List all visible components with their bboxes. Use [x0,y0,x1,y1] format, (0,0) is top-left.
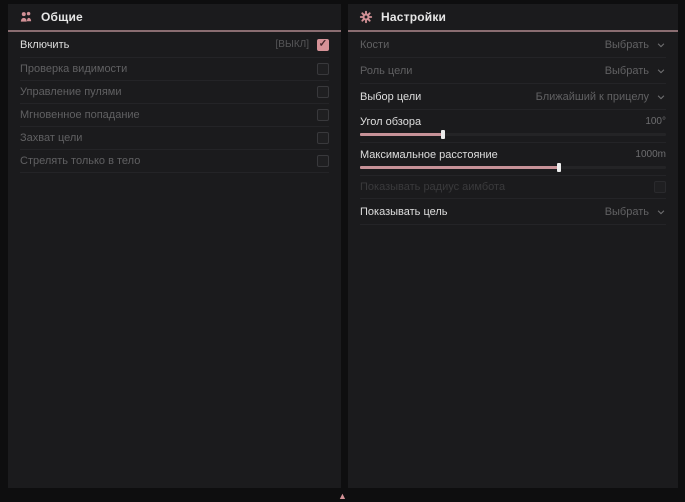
bullet-control-checkbox[interactable] [317,86,329,98]
check-icon: ✓ [319,39,327,49]
body-only-checkbox[interactable] [317,155,329,167]
setting-label: Проверка видимости [20,63,127,75]
show-target-dropdown[interactable]: Выбрать [605,206,666,218]
setting-row-instant-hit: Мгновенное попадание [20,104,329,127]
general-panel: Общие Включить [ВЫКЛ] ✓ Проверка видимос… [8,4,341,488]
setting-row-target-selection: Выбор цели Ближайший к прицелу [360,84,666,110]
dropdown-value: Выбрать [605,206,649,218]
setting-row-max-distance: Максимальное расстояние 1000m [360,143,666,176]
setting-label: Мгновенное попадание [20,109,140,121]
fov-slider-thumb[interactable] [441,130,445,139]
instant-hit-checkbox[interactable] [317,109,329,121]
show-aimbot-radius-checkbox[interactable] [654,181,666,193]
setting-label: Включить [20,39,69,51]
max-distance-slider[interactable] [360,166,666,169]
chevron-down-icon [656,66,666,76]
setting-row-fov: Угол обзора 100° [360,110,666,143]
setting-row-target-role: Роль цели Выбрать [360,58,666,84]
settings-panel-title: Настройки [381,10,446,24]
chevron-down-icon [656,92,666,102]
general-rows: Включить [ВЫКЛ] ✓ Проверка видимости Упр… [20,32,329,173]
setting-row-show-aimbot-radius: Показывать радиус аимбота [360,176,666,199]
gear-icon [359,10,373,24]
scroll-up-indicator[interactable]: ▲ [0,492,685,501]
max-distance-slider-thumb[interactable] [557,163,561,172]
setting-row-bullet-control: Управление пулями [20,81,329,104]
dropdown-value: Выбрать [605,39,649,51]
setting-label: Показывать радиус аимбота [360,181,505,193]
setting-label: Угол обзора [360,116,421,128]
setting-label: Показывать цель [360,206,448,218]
bones-dropdown[interactable]: Выбрать [605,39,666,51]
setting-label: Захват цели [20,132,82,144]
fov-slider[interactable] [360,133,666,136]
target-role-dropdown[interactable]: Выбрать [605,65,666,77]
setting-row-body-only: Стрелять только в тело [20,150,329,173]
dropdown-value: Ближайший к прицелу [536,91,649,103]
setting-label: Роль цели [360,65,412,77]
dropdown-value: Выбрать [605,65,649,77]
users-icon [19,10,33,24]
setting-row-bones: Кости Выбрать [360,32,666,58]
setting-row-target-lock: Захват цели [20,127,329,150]
fov-value: 100° [645,116,666,127]
max-distance-slider-fill [360,166,559,169]
setting-label: Управление пулями [20,86,122,98]
hotkey-state-label: [ВЫКЛ] [276,39,309,50]
chevron-down-icon [656,40,666,50]
setting-row-enable: Включить [ВЫКЛ] ✓ [20,32,329,58]
setting-row-show-target: Показывать цель Выбрать [360,199,666,225]
setting-row-visibility-check: Проверка видимости [20,58,329,81]
settings-panel: Настройки Кости Выбрать Роль цели Выбрат… [348,4,678,488]
target-selection-dropdown[interactable]: Ближайший к прицелу [536,91,666,103]
setting-label: Стрелять только в тело [20,155,140,167]
target-lock-checkbox[interactable] [317,132,329,144]
settings-rows: Кости Выбрать Роль цели Выбрать [360,32,666,225]
max-distance-value: 1000m [635,149,666,160]
setting-label: Выбор цели [360,91,421,103]
visibility-check-checkbox[interactable] [317,63,329,75]
setting-label: Кости [360,39,389,51]
enable-checkbox[interactable]: ✓ [317,39,329,51]
setting-label: Максимальное расстояние [360,149,498,161]
general-panel-header: Общие [8,4,341,32]
general-panel-title: Общие [41,10,83,24]
settings-panel-header: Настройки [348,4,678,32]
chevron-down-icon [656,207,666,217]
fov-slider-fill [360,133,443,136]
